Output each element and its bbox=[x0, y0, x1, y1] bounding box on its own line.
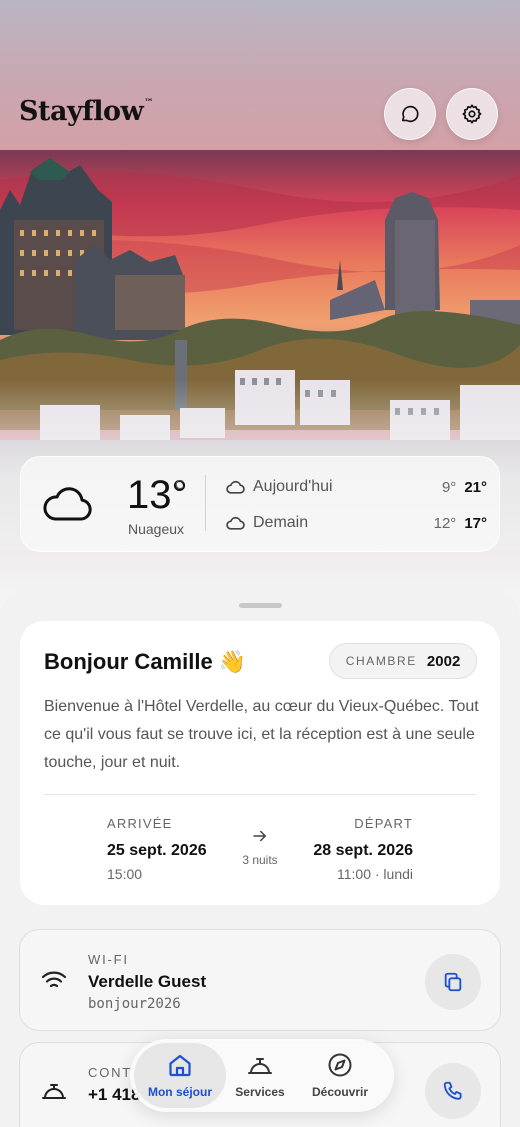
cloud-small-icon bbox=[226, 481, 245, 494]
room-badge: CHAMBRE 2002 bbox=[329, 643, 477, 679]
forecast-high: 17° bbox=[464, 514, 487, 532]
wifi-network: Verdelle Guest bbox=[88, 972, 207, 991]
welcome-message: Bienvenue à l'Hôtel Verdelle, au cœur du… bbox=[44, 698, 479, 771]
tab-decouvrir[interactable]: Découvrir bbox=[300, 1043, 380, 1108]
copy-icon bbox=[444, 972, 462, 992]
cloud-icon bbox=[43, 487, 92, 521]
arrow-right-icon bbox=[253, 830, 266, 842]
departure-label: DÉPART bbox=[354, 816, 413, 831]
forecast-high: 21° bbox=[464, 478, 487, 496]
tab-services[interactable]: Services bbox=[228, 1043, 292, 1108]
tab-label: Mon séjour bbox=[147, 1085, 212, 1099]
brand-name: Stayflow bbox=[19, 96, 144, 127]
temperature-unit: C bbox=[175, 477, 185, 492]
card-divider bbox=[44, 794, 476, 795]
compass-icon bbox=[328, 1053, 352, 1077]
departure-date: 28 sept. 2026 bbox=[313, 842, 413, 859]
weather-divider bbox=[205, 475, 206, 531]
wifi-password: bonjour2026 bbox=[88, 996, 181, 1012]
departure-time: 11:00 · lundi bbox=[336, 866, 413, 882]
cloud-small-icon bbox=[226, 517, 245, 530]
weather-widget: 13° C Nuageux Aujourd'hui 9° 21° Demain … bbox=[20, 456, 500, 552]
arrival-date: 25 sept. 2026 bbox=[107, 842, 207, 859]
sheet-grabber[interactable] bbox=[239, 603, 282, 608]
forecast-label: Aujourd'hui bbox=[253, 478, 333, 495]
forecast-low: 9° bbox=[441, 478, 457, 496]
home-icon bbox=[169, 1054, 191, 1077]
chat-button[interactable] bbox=[384, 88, 436, 140]
tab-mon-sejour[interactable]: Mon séjour bbox=[134, 1043, 226, 1108]
wifi-icon bbox=[41, 971, 67, 988]
weather-condition: Nuageux bbox=[128, 521, 185, 537]
wifi-card: WI-FI Verdelle Guest bonjour2026 bbox=[19, 929, 501, 1031]
settings-button[interactable] bbox=[446, 88, 498, 140]
contact-label: CONT bbox=[88, 1065, 133, 1080]
forecast-low: 12° bbox=[433, 514, 457, 532]
greeting-title: Bonjour Camille 👋 bbox=[44, 649, 247, 674]
reception-bell-icon bbox=[42, 1084, 66, 1099]
app-logo: Stayflow™ bbox=[19, 96, 153, 127]
arrival-label: ARRIVÉE bbox=[107, 816, 173, 831]
call-button[interactable] bbox=[425, 1063, 481, 1119]
chat-bubble-icon bbox=[401, 105, 419, 123]
arrival-time: 15:00 bbox=[107, 866, 143, 882]
forecast-row-tomorrow: Demain 12° 17° bbox=[225, 512, 487, 534]
trademark-symbol: ™ bbox=[144, 98, 153, 108]
wifi-label: WI-FI bbox=[88, 952, 129, 967]
room-label: CHAMBRE bbox=[345, 654, 417, 668]
service-bell-icon bbox=[248, 1058, 272, 1074]
forecast-label: Demain bbox=[253, 514, 309, 531]
welcome-card: Bonjour Camille 👋 CHAMBRE 2002 Bienvenue… bbox=[20, 621, 500, 905]
bottom-tab-bar: Mon séjour Services Découvrir bbox=[130, 1039, 394, 1112]
copy-password-button[interactable] bbox=[425, 954, 481, 1010]
phone-icon bbox=[443, 1081, 462, 1100]
tab-label: Services bbox=[235, 1085, 285, 1099]
tab-label: Découvrir bbox=[311, 1085, 369, 1099]
forecast-row-today: Aujourd'hui 9° 21° bbox=[225, 476, 487, 498]
nights-count: 3 nuits bbox=[242, 853, 278, 867]
room-number: 2002 bbox=[426, 652, 461, 670]
gear-icon bbox=[462, 104, 482, 124]
